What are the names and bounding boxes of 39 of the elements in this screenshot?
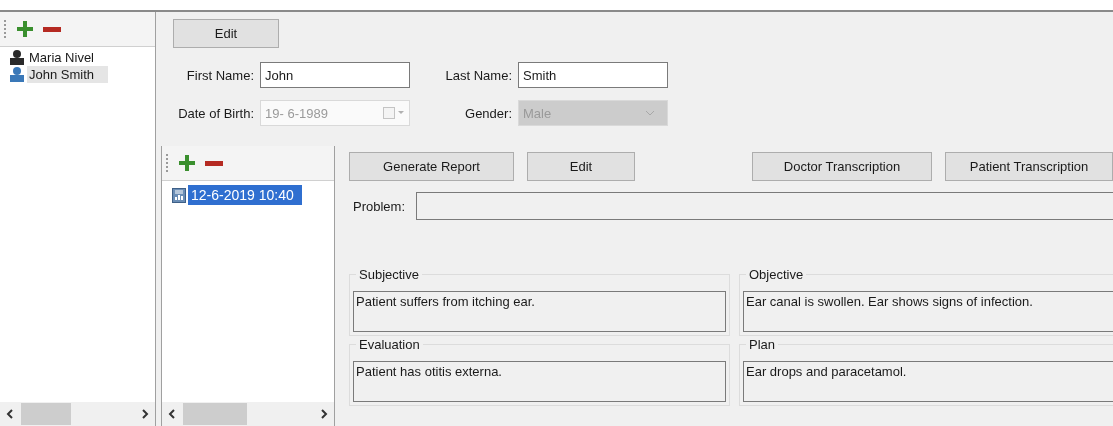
person-icon	[10, 50, 24, 65]
problem-field[interactable]	[416, 192, 1113, 220]
add-icon[interactable]	[17, 21, 33, 37]
grip-icon[interactable]	[166, 154, 169, 172]
scroll-left-icon[interactable]	[168, 409, 175, 419]
visit-item[interactable]: 12-6-2019 10:40	[188, 185, 302, 205]
problem-label: Problem:	[353, 198, 406, 214]
edit-button[interactable]: Edit	[527, 152, 635, 181]
text-field[interactable]: John	[260, 62, 410, 88]
horizontal-scrollbar[interactable]	[0, 402, 155, 426]
patient-item[interactable]: Maria Nivel	[27, 49, 108, 66]
scroll-right-icon[interactable]	[321, 409, 328, 419]
remove-icon[interactable]	[205, 160, 223, 166]
person-icon	[10, 67, 24, 82]
report-icon	[172, 187, 186, 203]
grip-icon[interactable]	[4, 20, 7, 38]
field-label: Gender:	[464, 105, 513, 121]
section-text-field[interactable]: Ear canal is swollen. Ear shows signs of infection.	[743, 291, 1113, 332]
section-title: Objective	[746, 267, 807, 282]
text-field[interactable]: Smith	[518, 62, 668, 88]
horizontal-scrollbar[interactable]	[162, 402, 334, 426]
edit-button[interactable]: Edit	[173, 19, 279, 48]
scroll-left-icon[interactable]	[6, 409, 13, 419]
transcription-button[interactable]: Doctor Transcription	[752, 152, 932, 181]
section-title: Plan	[746, 337, 779, 352]
add-icon[interactable]	[179, 155, 195, 171]
generate-report-button[interactable]: Generate Report	[349, 152, 514, 181]
section-title: Evaluation	[356, 337, 423, 352]
field-label: Last Name:	[444, 67, 513, 83]
transcription-button[interactable]: Patient Transcription	[945, 152, 1113, 181]
field-label: First Name:	[185, 67, 255, 83]
section-text-field[interactable]: Patient has otitis externa.	[353, 361, 726, 402]
patient-item[interactable]: John Smith	[27, 66, 109, 83]
section-title: Subjective	[356, 267, 422, 282]
section-text-field[interactable]: Patient suffers from itching ear.	[353, 291, 726, 332]
field-label: Date of Birth:	[177, 105, 255, 121]
scroll-right-icon[interactable]	[142, 409, 149, 419]
remove-icon[interactable]	[43, 26, 61, 32]
section-text-field[interactable]: Ear drops and paracetamol.	[743, 361, 1113, 402]
